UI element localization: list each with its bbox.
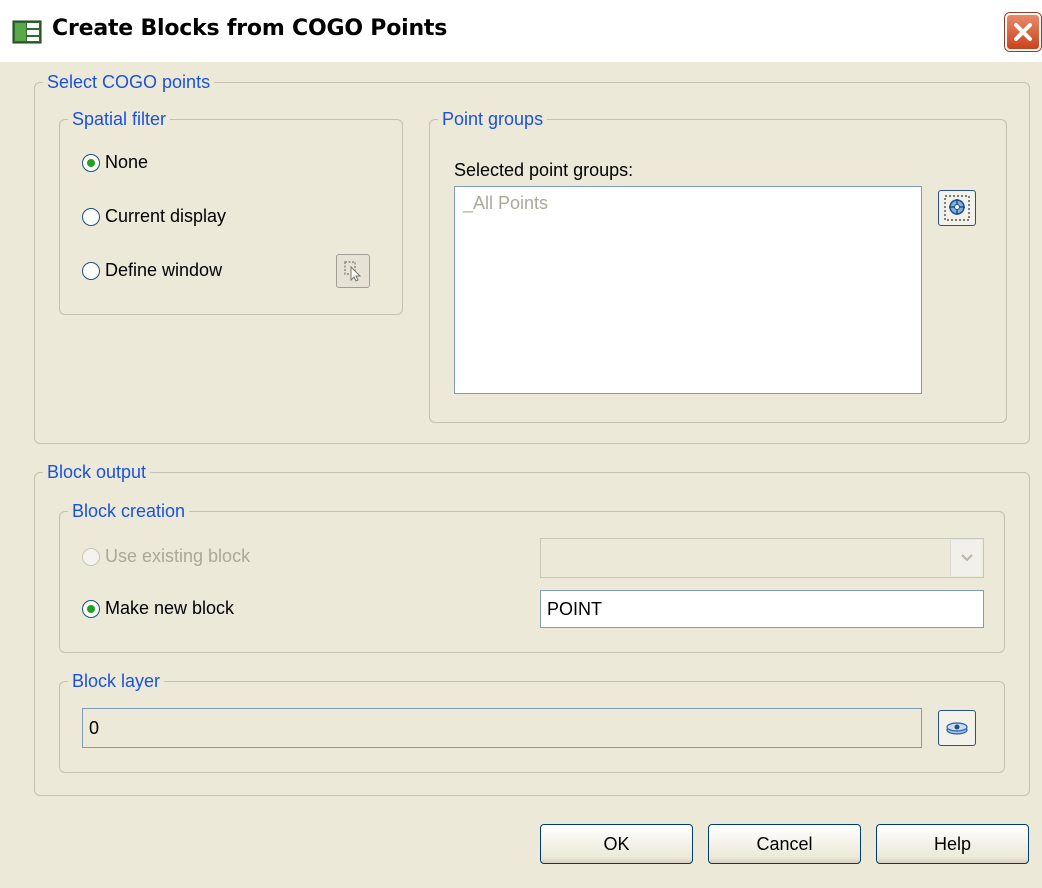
window-title: Create Blocks from COGO Points — [52, 16, 448, 41]
block-layer-field: 0 — [82, 708, 922, 748]
new-block-name-input[interactable]: POINT — [540, 590, 984, 628]
selected-point-groups-list[interactable]: _All Points — [454, 186, 922, 394]
spatial-filter-legend: Spatial filter — [68, 107, 171, 131]
use-existing-block-label: Use existing block — [105, 546, 251, 566]
radio-define-window-circle[interactable] — [82, 261, 100, 280]
block-creation-group: Block creation Use existing block Make n… — [59, 499, 1005, 653]
block-creation-legend: Block creation — [68, 499, 190, 523]
block-layer-group: Block layer 0 — [59, 669, 1005, 773]
radio-current-display-circle[interactable] — [82, 207, 100, 226]
existing-block-dropdown[interactable] — [540, 538, 984, 578]
layer-select-icon — [946, 722, 968, 735]
radio-none[interactable]: None — [82, 152, 148, 173]
radio-current-display[interactable]: Current display — [82, 206, 226, 227]
close-icon — [1014, 23, 1032, 41]
radio-use-existing-block[interactable]: Use existing block — [82, 546, 250, 567]
select-cogo-points-legend: Select COGO points — [43, 70, 215, 94]
ok-button[interactable]: OK — [540, 824, 693, 864]
select-cogo-points-group: Select COGO points Spatial filter None C… — [34, 70, 1030, 444]
block-layer-legend: Block layer — [68, 669, 165, 693]
radio-selected-dot — [87, 604, 95, 613]
define-window-pick-button[interactable] — [336, 254, 370, 288]
radio-selected-dot — [87, 158, 95, 167]
radio-current-display-label: Current display — [105, 206, 227, 226]
select-layer-button[interactable] — [938, 710, 976, 746]
radio-make-new-circle[interactable] — [82, 599, 100, 618]
point-group-select-icon — [944, 195, 970, 221]
point-groups-legend: Point groups — [438, 107, 548, 131]
cancel-button[interactable]: Cancel — [708, 824, 861, 864]
new-block-name-value: POINT — [547, 598, 603, 619]
select-point-groups-button[interactable] — [938, 190, 976, 226]
radio-make-new-block[interactable]: Make new block — [82, 598, 234, 619]
radio-define-window-label: Define window — [105, 260, 223, 280]
title-bar: Create Blocks from COGO Points — [0, 0, 1042, 62]
close-button[interactable] — [1005, 13, 1041, 51]
selected-point-groups-label: Selected point groups: — [454, 160, 634, 180]
block-output-legend: Block output — [43, 460, 151, 484]
dialog-body: Select COGO points Spatial filter None C… — [0, 62, 1042, 888]
point-groups-group: Point groups Selected point groups: _All… — [429, 107, 1007, 423]
make-new-block-label: Make new block — [105, 598, 235, 618]
radio-none-label: None — [105, 152, 149, 172]
list-item[interactable]: _All Points — [463, 193, 548, 214]
existing-block-dropdown-arrow[interactable] — [950, 540, 982, 576]
chevron-down-icon — [960, 554, 973, 562]
block-output-group: Block output Block creation Use existing… — [34, 460, 1030, 796]
help-button[interactable]: Help — [876, 824, 1029, 864]
block-layer-value: 0 — [89, 717, 100, 738]
radio-use-existing-circle[interactable] — [82, 547, 100, 566]
radio-define-window[interactable]: Define window — [82, 260, 222, 281]
radio-none-circle[interactable] — [82, 153, 100, 172]
app-icon — [12, 20, 42, 44]
pick-window-icon — [344, 261, 362, 282]
spatial-filter-group: Spatial filter None Current display Defi… — [59, 107, 403, 315]
